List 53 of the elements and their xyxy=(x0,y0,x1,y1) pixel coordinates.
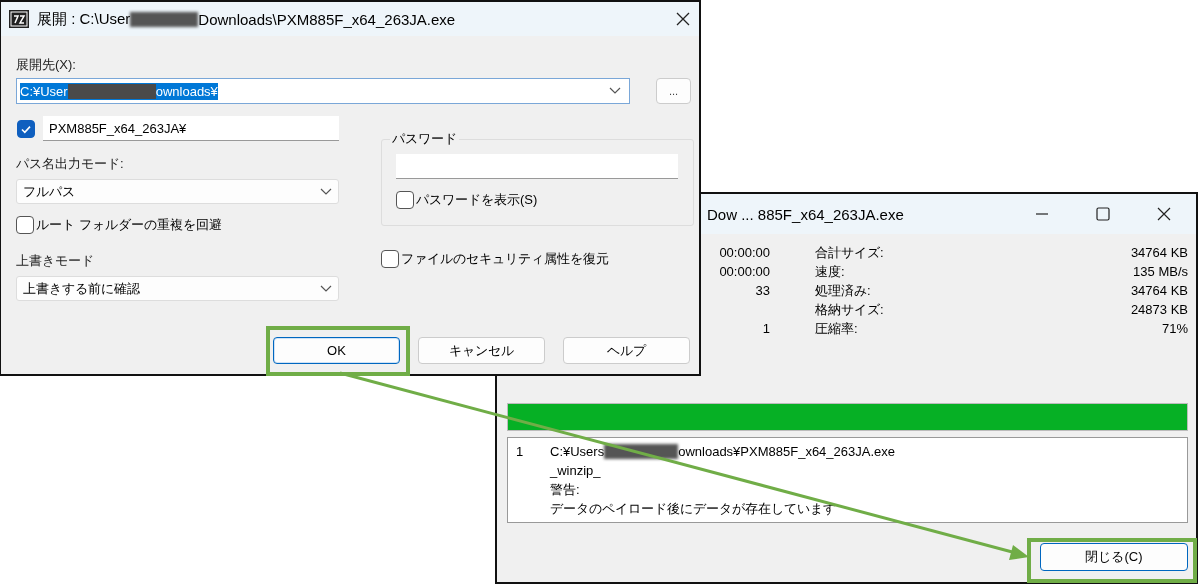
message-number: 1 xyxy=(516,443,525,461)
stat-value: 71% xyxy=(1161,321,1188,336)
message-text: ownloads¥PXM885F_x64_263JA.exe xyxy=(678,443,895,461)
field-label: 上書きモード xyxy=(16,252,95,270)
checkbox[interactable] xyxy=(396,191,414,209)
close-icon[interactable] xyxy=(1157,207,1171,221)
app-logo-icon xyxy=(9,10,29,28)
stat-value: 00:00:00 xyxy=(719,264,770,279)
message-text: C:¥Users xyxy=(550,443,605,461)
maximize-icon[interactable] xyxy=(1096,207,1110,221)
field-label: パス名出力モード: xyxy=(16,155,125,173)
chevron-down-icon xyxy=(609,87,621,95)
redaction-block xyxy=(130,11,199,27)
checkbox-label: パスワードを表示(S) xyxy=(416,191,538,209)
checkbox-label: ルート フォルダーの重複を回避 xyxy=(36,216,222,234)
message-text: 警告: xyxy=(550,481,581,499)
stat-value: 34764 KB xyxy=(1130,245,1188,260)
overwrite-mode-dropdown[interactable]: 上書きする前に確認 xyxy=(16,276,339,301)
destination-combo-box[interactable]: C:¥User ownloads¥ xyxy=(16,78,630,104)
destination-path: C:¥User ownloads¥ xyxy=(20,82,218,100)
stat-value: 1 xyxy=(762,321,770,336)
close-button[interactable]: 閉じる(C) xyxy=(1040,543,1188,571)
browse-button[interactable]: ... xyxy=(656,78,691,104)
field-label: 展開先(X): xyxy=(16,56,77,74)
stat-value: 24873 KB xyxy=(1130,302,1188,317)
stat-value: 33 xyxy=(755,283,770,298)
close-icon[interactable] xyxy=(675,11,691,27)
dialog-button[interactable]: OK xyxy=(273,337,400,364)
chevron-down-icon xyxy=(320,187,332,196)
window-title: Downloads\PXM885F_x64_263JA.exe xyxy=(198,10,456,28)
group-label: パスワード xyxy=(391,130,458,148)
message-text: データのペイロード後にデータが存在しています xyxy=(550,500,837,518)
stat-value: 34764 KB xyxy=(1130,283,1188,298)
window-title: Dow ... 885F_x64_263JA.exe xyxy=(707,205,904,223)
checkbox[interactable] xyxy=(381,250,399,268)
stat-label: 速度: xyxy=(815,263,846,280)
stat-value: 00:00:00 xyxy=(719,245,770,260)
window-title: 展開 : C:\User xyxy=(37,9,131,29)
chevron-down-icon xyxy=(320,284,332,293)
password-field[interactable] xyxy=(396,154,678,179)
stat-label: 格納サイズ: xyxy=(815,301,885,318)
checkbox[interactable] xyxy=(17,119,35,138)
path-mode-dropdown[interactable]: フルパス xyxy=(16,179,339,204)
message-text: _winzip_ xyxy=(550,462,602,480)
dialog-button[interactable]: キャンセル xyxy=(418,337,545,364)
stat-label: 処理済み: xyxy=(815,282,872,299)
checkbox-label: ファイルのセキュリティ属性を復元 xyxy=(401,250,609,268)
subfolder-name-field[interactable]: PXM885F_x64_263JA¥ xyxy=(43,116,339,141)
stat-label: 合計サイズ: xyxy=(815,244,885,261)
stat-label: 圧縮率: xyxy=(815,320,859,337)
checkbox[interactable] xyxy=(16,216,34,234)
stat-value: 135 MB/s xyxy=(1133,264,1188,279)
dialog-button[interactable]: ヘルプ xyxy=(563,337,690,364)
